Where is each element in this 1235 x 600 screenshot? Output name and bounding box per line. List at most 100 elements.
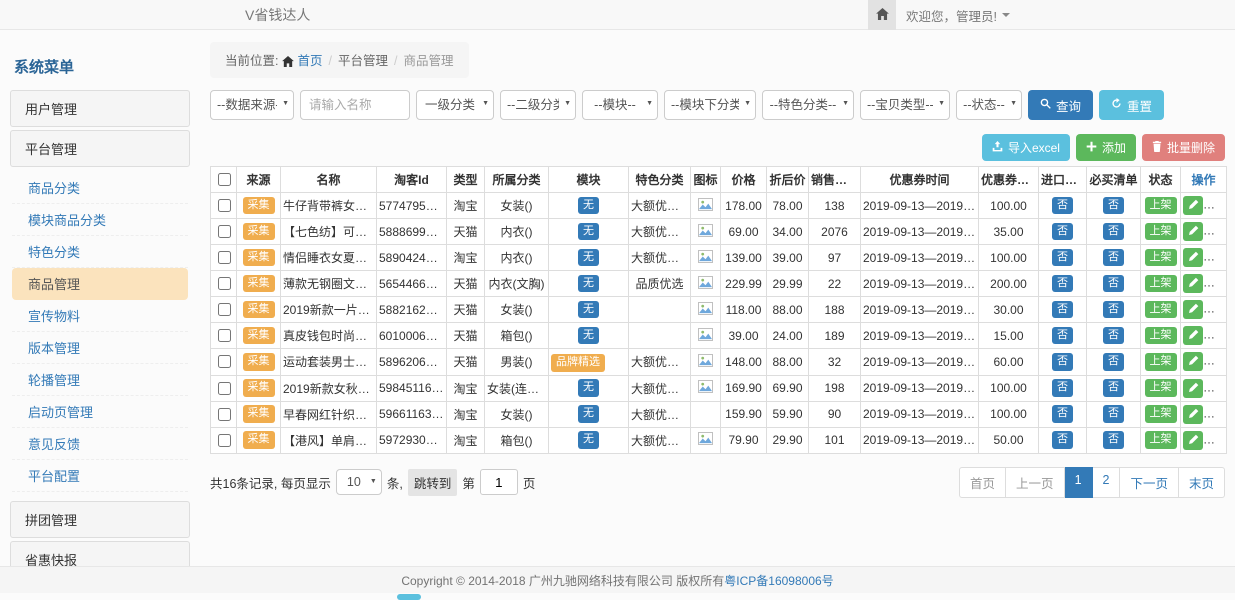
edit-button[interactable] bbox=[1183, 379, 1203, 398]
jump-page-input[interactable] bbox=[480, 469, 518, 495]
must-buy-toggle[interactable]: 否 bbox=[1103, 301, 1124, 319]
sidebar-item-宣传物料[interactable]: 宣传物料 bbox=[12, 300, 188, 332]
edit-button[interactable] bbox=[1183, 248, 1203, 267]
search-button[interactable]: 查询 bbox=[1028, 90, 1093, 120]
sidebar-item-版本管理[interactable]: 版本管理 bbox=[12, 332, 188, 364]
sidebar-item-平台配置[interactable]: 平台配置 bbox=[12, 460, 188, 492]
row-checkbox[interactable] bbox=[218, 277, 231, 290]
must-buy-toggle[interactable]: 否 bbox=[1103, 223, 1124, 241]
filter-module[interactable]: --模块-- bbox=[582, 90, 658, 120]
filter-data-source[interactable]: --数据来源-- bbox=[210, 90, 294, 120]
edit-button[interactable] bbox=[1183, 326, 1203, 345]
must-buy-toggle[interactable]: 否 bbox=[1103, 249, 1124, 267]
page-button-2[interactable]: 2 bbox=[1093, 467, 1121, 498]
status-badge[interactable]: 上架 bbox=[1145, 405, 1177, 423]
filter-status[interactable]: --状态-- bbox=[956, 90, 1022, 120]
edit-button[interactable] bbox=[1183, 405, 1203, 424]
edit-button[interactable] bbox=[1183, 352, 1203, 371]
edit-icon bbox=[1188, 250, 1199, 265]
import-select-toggle[interactable]: 否 bbox=[1052, 379, 1073, 397]
import-select-toggle[interactable]: 否 bbox=[1052, 197, 1073, 215]
sidebar-group-拼团管理[interactable]: 拼团管理 bbox=[10, 501, 190, 538]
user-menu[interactable]: 欢迎您，管理员! bbox=[906, 0, 1010, 30]
icp-link[interactable]: 粤ICP备16098006号 bbox=[724, 572, 833, 589]
row-checkbox[interactable] bbox=[218, 329, 231, 342]
batch-delete-button[interactable]: 批量删除 bbox=[1142, 134, 1225, 161]
filter-module-sub-category[interactable]: --模块下分类-- bbox=[664, 90, 756, 120]
page-button-首页[interactable]: 首页 bbox=[959, 467, 1006, 498]
edit-button[interactable] bbox=[1183, 300, 1203, 319]
edit-button[interactable] bbox=[1183, 196, 1203, 215]
status-badge[interactable]: 上架 bbox=[1145, 301, 1177, 319]
per-page-select[interactable]: 10 bbox=[336, 469, 382, 495]
row-checkbox[interactable] bbox=[218, 434, 231, 447]
status-badge[interactable]: 上架 bbox=[1145, 249, 1177, 267]
row-checkbox[interactable] bbox=[218, 382, 231, 395]
status-badge[interactable]: 上架 bbox=[1145, 197, 1177, 215]
import-select-toggle[interactable]: 否 bbox=[1052, 405, 1073, 423]
sidebar-item-特色分类[interactable]: 特色分类 bbox=[12, 236, 188, 268]
import-select-toggle[interactable]: 否 bbox=[1052, 249, 1073, 267]
page-button-末页[interactable]: 末页 bbox=[1179, 467, 1225, 498]
status-badge[interactable]: 上架 bbox=[1145, 379, 1177, 397]
filter-item-type[interactable]: --宝贝类型-- bbox=[860, 90, 950, 120]
must-buy-toggle[interactable]: 否 bbox=[1103, 431, 1124, 449]
edit-button[interactable] bbox=[1183, 431, 1203, 450]
status-badge[interactable]: 上架 bbox=[1145, 223, 1177, 241]
row-checkbox[interactable] bbox=[218, 199, 231, 212]
sidebar-group-用户管理[interactable]: 用户管理 bbox=[10, 90, 190, 127]
import-select-toggle[interactable]: 否 bbox=[1052, 223, 1073, 241]
edit-button[interactable] bbox=[1183, 222, 1203, 241]
import-select-toggle[interactable]: 否 bbox=[1052, 431, 1073, 449]
filter-level2-category[interactable]: --二级分类-- bbox=[500, 90, 576, 120]
must-buy-toggle[interactable]: 否 bbox=[1103, 197, 1124, 215]
reset-button[interactable]: 重置 bbox=[1099, 90, 1164, 120]
sidebar-item-商品管理[interactable]: 商品管理 bbox=[12, 268, 188, 300]
sidebar-item-意见反馈[interactable]: 意见反馈 bbox=[12, 428, 188, 460]
import-select-toggle[interactable]: 否 bbox=[1052, 327, 1073, 345]
must-buy-toggle[interactable]: 否 bbox=[1103, 353, 1124, 371]
page-button-上一页[interactable]: 上一页 bbox=[1006, 467, 1065, 498]
import-select-toggle[interactable]: 否 bbox=[1052, 353, 1073, 371]
horizontal-scrollbar-thumb[interactable] bbox=[397, 594, 421, 600]
sidebar-group-平台管理[interactable]: 平台管理 bbox=[10, 130, 190, 167]
status-badge[interactable]: 上架 bbox=[1145, 275, 1177, 293]
sidebar-item-启动页管理[interactable]: 启动页管理 bbox=[12, 396, 188, 428]
page-button-下一页[interactable]: 下一页 bbox=[1120, 467, 1179, 498]
select-all-checkbox[interactable] bbox=[218, 173, 231, 186]
status-cell: 上架 bbox=[1141, 427, 1181, 453]
jump-button[interactable]: 跳转到 bbox=[408, 469, 458, 496]
import-select-toggle[interactable]: 否 bbox=[1052, 275, 1073, 293]
must-buy-toggle[interactable]: 否 bbox=[1103, 379, 1124, 397]
status-badge[interactable]: 上架 bbox=[1145, 327, 1177, 345]
row-checkbox[interactable] bbox=[218, 408, 231, 421]
module-badge: 无 bbox=[578, 379, 599, 397]
sidebar-group-省惠快报[interactable]: 省惠快报 bbox=[10, 541, 190, 566]
sidebar-item-轮播管理[interactable]: 轮播管理 bbox=[12, 364, 188, 396]
status-cell: 上架 bbox=[1141, 245, 1181, 271]
import-excel-button[interactable]: 导入excel bbox=[982, 134, 1070, 161]
edit-button[interactable] bbox=[1183, 274, 1203, 293]
filter-level1-category[interactable]: 一级分类 bbox=[416, 90, 494, 120]
row-checkbox[interactable] bbox=[218, 251, 231, 264]
status-badge[interactable]: 上架 bbox=[1145, 353, 1177, 371]
sidebar-item-商品分类[interactable]: 商品分类 bbox=[12, 172, 188, 204]
price-cell: 148.00 bbox=[721, 349, 767, 376]
must-buy-toggle[interactable]: 否 bbox=[1103, 327, 1124, 345]
page-button-1[interactable]: 1 bbox=[1065, 467, 1093, 498]
breadcrumb-home-link[interactable]: 首页 bbox=[297, 54, 322, 68]
taoke-id-cell: 589042420344 bbox=[377, 245, 447, 271]
filter-name-input[interactable] bbox=[300, 90, 410, 120]
add-button[interactable]: 添加 bbox=[1076, 134, 1136, 161]
home-button[interactable] bbox=[868, 0, 896, 30]
import-select-toggle[interactable]: 否 bbox=[1052, 301, 1073, 319]
row-checkbox[interactable] bbox=[218, 225, 231, 238]
row-checkbox[interactable] bbox=[218, 303, 231, 316]
must-buy-toggle[interactable]: 否 bbox=[1103, 405, 1124, 423]
status-badge[interactable]: 上架 bbox=[1145, 431, 1177, 449]
feature-category-cell: 品质优选 bbox=[629, 271, 691, 297]
row-checkbox[interactable] bbox=[218, 355, 231, 368]
filter-feature-category[interactable]: --特色分类-- bbox=[762, 90, 854, 120]
sidebar-item-模块商品分类[interactable]: 模块商品分类 bbox=[12, 204, 188, 236]
must-buy-toggle[interactable]: 否 bbox=[1103, 275, 1124, 293]
